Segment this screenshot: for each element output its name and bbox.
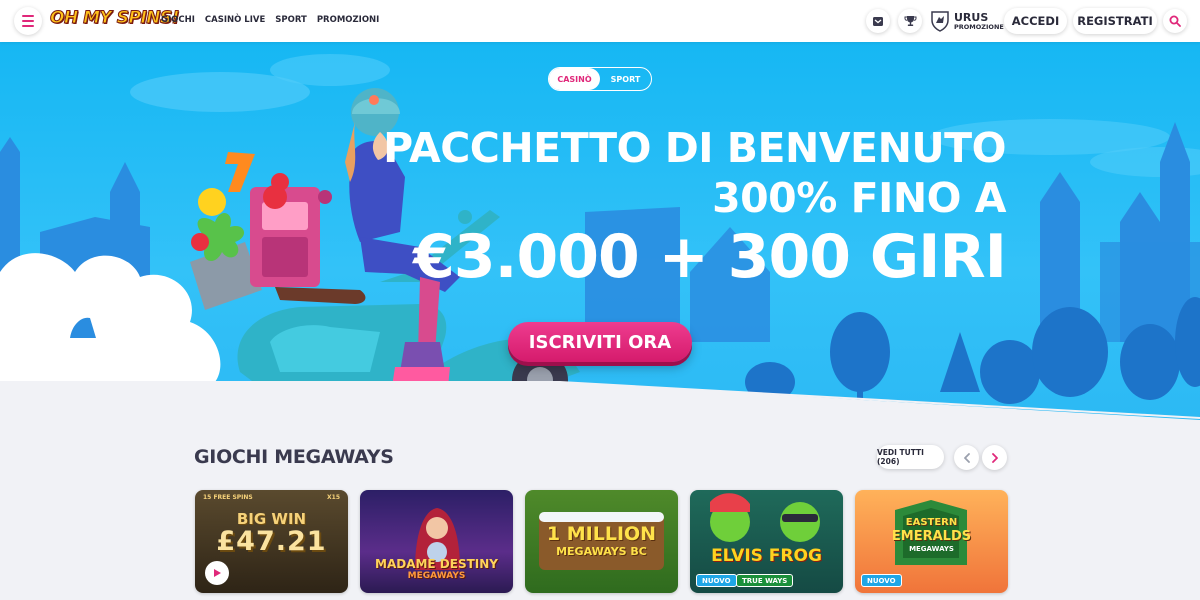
game-subtitle-2: MEGAWAYS bbox=[909, 545, 954, 553]
lamborghini-shield-icon bbox=[931, 11, 949, 32]
chevron-right-icon bbox=[991, 452, 998, 463]
hero-banner: CASINÒ SPORT PACCHETTO DI BENVENUTO 300%… bbox=[0, 42, 1200, 422]
game-card-1-million-megaways[interactable]: 1 MILLION MEGAWAYS BC bbox=[525, 490, 678, 593]
carousel-next-button[interactable] bbox=[982, 445, 1007, 470]
promo-urus[interactable]: URUS PROMOZIONE bbox=[930, 10, 1004, 32]
headline-line-2: 300% FINO A bbox=[712, 174, 1006, 222]
game-card-elvis-frog[interactable]: ELVIS FROG TRUE WAYS NUOVO bbox=[690, 490, 843, 593]
nav-promozioni[interactable]: PROMOZIONI bbox=[317, 15, 380, 25]
toggle-sport[interactable]: SPORT bbox=[600, 68, 651, 90]
login-button[interactable]: ACCEDI bbox=[1004, 8, 1067, 34]
play-button[interactable] bbox=[205, 561, 229, 585]
site-logo[interactable]: OH MY SPINS! bbox=[50, 8, 181, 29]
game-title: BIG WIN bbox=[236, 510, 307, 528]
search-button[interactable] bbox=[1163, 9, 1187, 33]
toggle-casino[interactable]: CASINÒ bbox=[549, 68, 600, 90]
true-ways-label: TRUE WAYS bbox=[736, 574, 794, 587]
signup-cta-button[interactable]: ISCRIVITI ORA bbox=[508, 322, 692, 362]
menu-button[interactable] bbox=[14, 7, 42, 35]
chevron-left-icon bbox=[963, 452, 970, 463]
nav-sport[interactable]: SPORT bbox=[275, 15, 307, 25]
search-icon bbox=[1169, 15, 1181, 27]
game-subtitle: MEGAWAYS BC bbox=[556, 545, 647, 558]
inbox-button[interactable] bbox=[866, 9, 890, 33]
trophy-icon bbox=[904, 16, 916, 26]
main-nav: GIOCHI CASINÒ LIVE SPORT PROMOZIONI bbox=[161, 15, 379, 25]
game-card-big-win[interactable]: 15 FREE SPINS X15 BIG WIN £47.21 bbox=[195, 490, 348, 593]
game-card-eastern-emeralds[interactable]: EASTERN EMERALDS MEGAWAYS NUOVO bbox=[855, 490, 1008, 593]
megaways-games-row: 15 FREE SPINS X15 BIG WIN £47.21 MADAME … bbox=[195, 490, 1008, 593]
register-button[interactable]: REGISTRATI bbox=[1073, 8, 1157, 34]
page: OH MY SPINS! GIOCHI CASINÒ LIVE SPORT PR… bbox=[0, 0, 1200, 600]
menu-icon bbox=[22, 15, 34, 17]
inbox-icon bbox=[873, 16, 883, 26]
new-badge: NUOVO bbox=[696, 574, 737, 587]
nav-casino-live[interactable]: CASINÒ LIVE bbox=[205, 15, 265, 25]
win-amount: £47.21 bbox=[216, 526, 327, 557]
see-all-button[interactable]: VEDI TUTTI (206) bbox=[877, 445, 944, 469]
carousel-prev-button[interactable] bbox=[954, 445, 979, 470]
welcome-headline: PACCHETTO DI BENVENUTO 300% FINO A €3.00… bbox=[383, 124, 1007, 292]
nav-giochi[interactable]: GIOCHI bbox=[161, 15, 195, 25]
game-subtitle: MEGAWAYS bbox=[407, 571, 466, 581]
headline-line-3: €3.000 + 300 GIRI bbox=[413, 222, 1007, 292]
top-header: OH MY SPINS! GIOCHI CASINÒ LIVE SPORT PR… bbox=[0, 0, 1200, 42]
trophy-button[interactable] bbox=[898, 9, 922, 33]
free-spins-label: 15 FREE SPINS bbox=[203, 494, 253, 501]
game-title: EASTERN bbox=[905, 517, 958, 528]
game-title: ELVIS FROG bbox=[711, 546, 822, 566]
headline-line-1: PACCHETTO DI BENVENUTO bbox=[383, 124, 1006, 172]
play-icon bbox=[213, 569, 221, 577]
multiplier-label: X15 bbox=[327, 494, 340, 501]
new-badge: NUOVO bbox=[861, 574, 902, 587]
section-title: GIOCHI MEGAWAYS bbox=[194, 446, 394, 468]
game-title: 1 MILLION bbox=[546, 523, 657, 545]
casino-sport-toggle: CASINÒ SPORT bbox=[548, 67, 652, 91]
game-title: MADAME DESTINY bbox=[375, 557, 498, 571]
game-card-madame-destiny[interactable]: MADAME DESTINY MEGAWAYS bbox=[360, 490, 513, 593]
promo-name: URUS bbox=[954, 10, 989, 24]
promo-subtitle: PROMOZIONE bbox=[954, 22, 1004, 31]
game-subtitle: EMERALDS bbox=[891, 529, 972, 544]
